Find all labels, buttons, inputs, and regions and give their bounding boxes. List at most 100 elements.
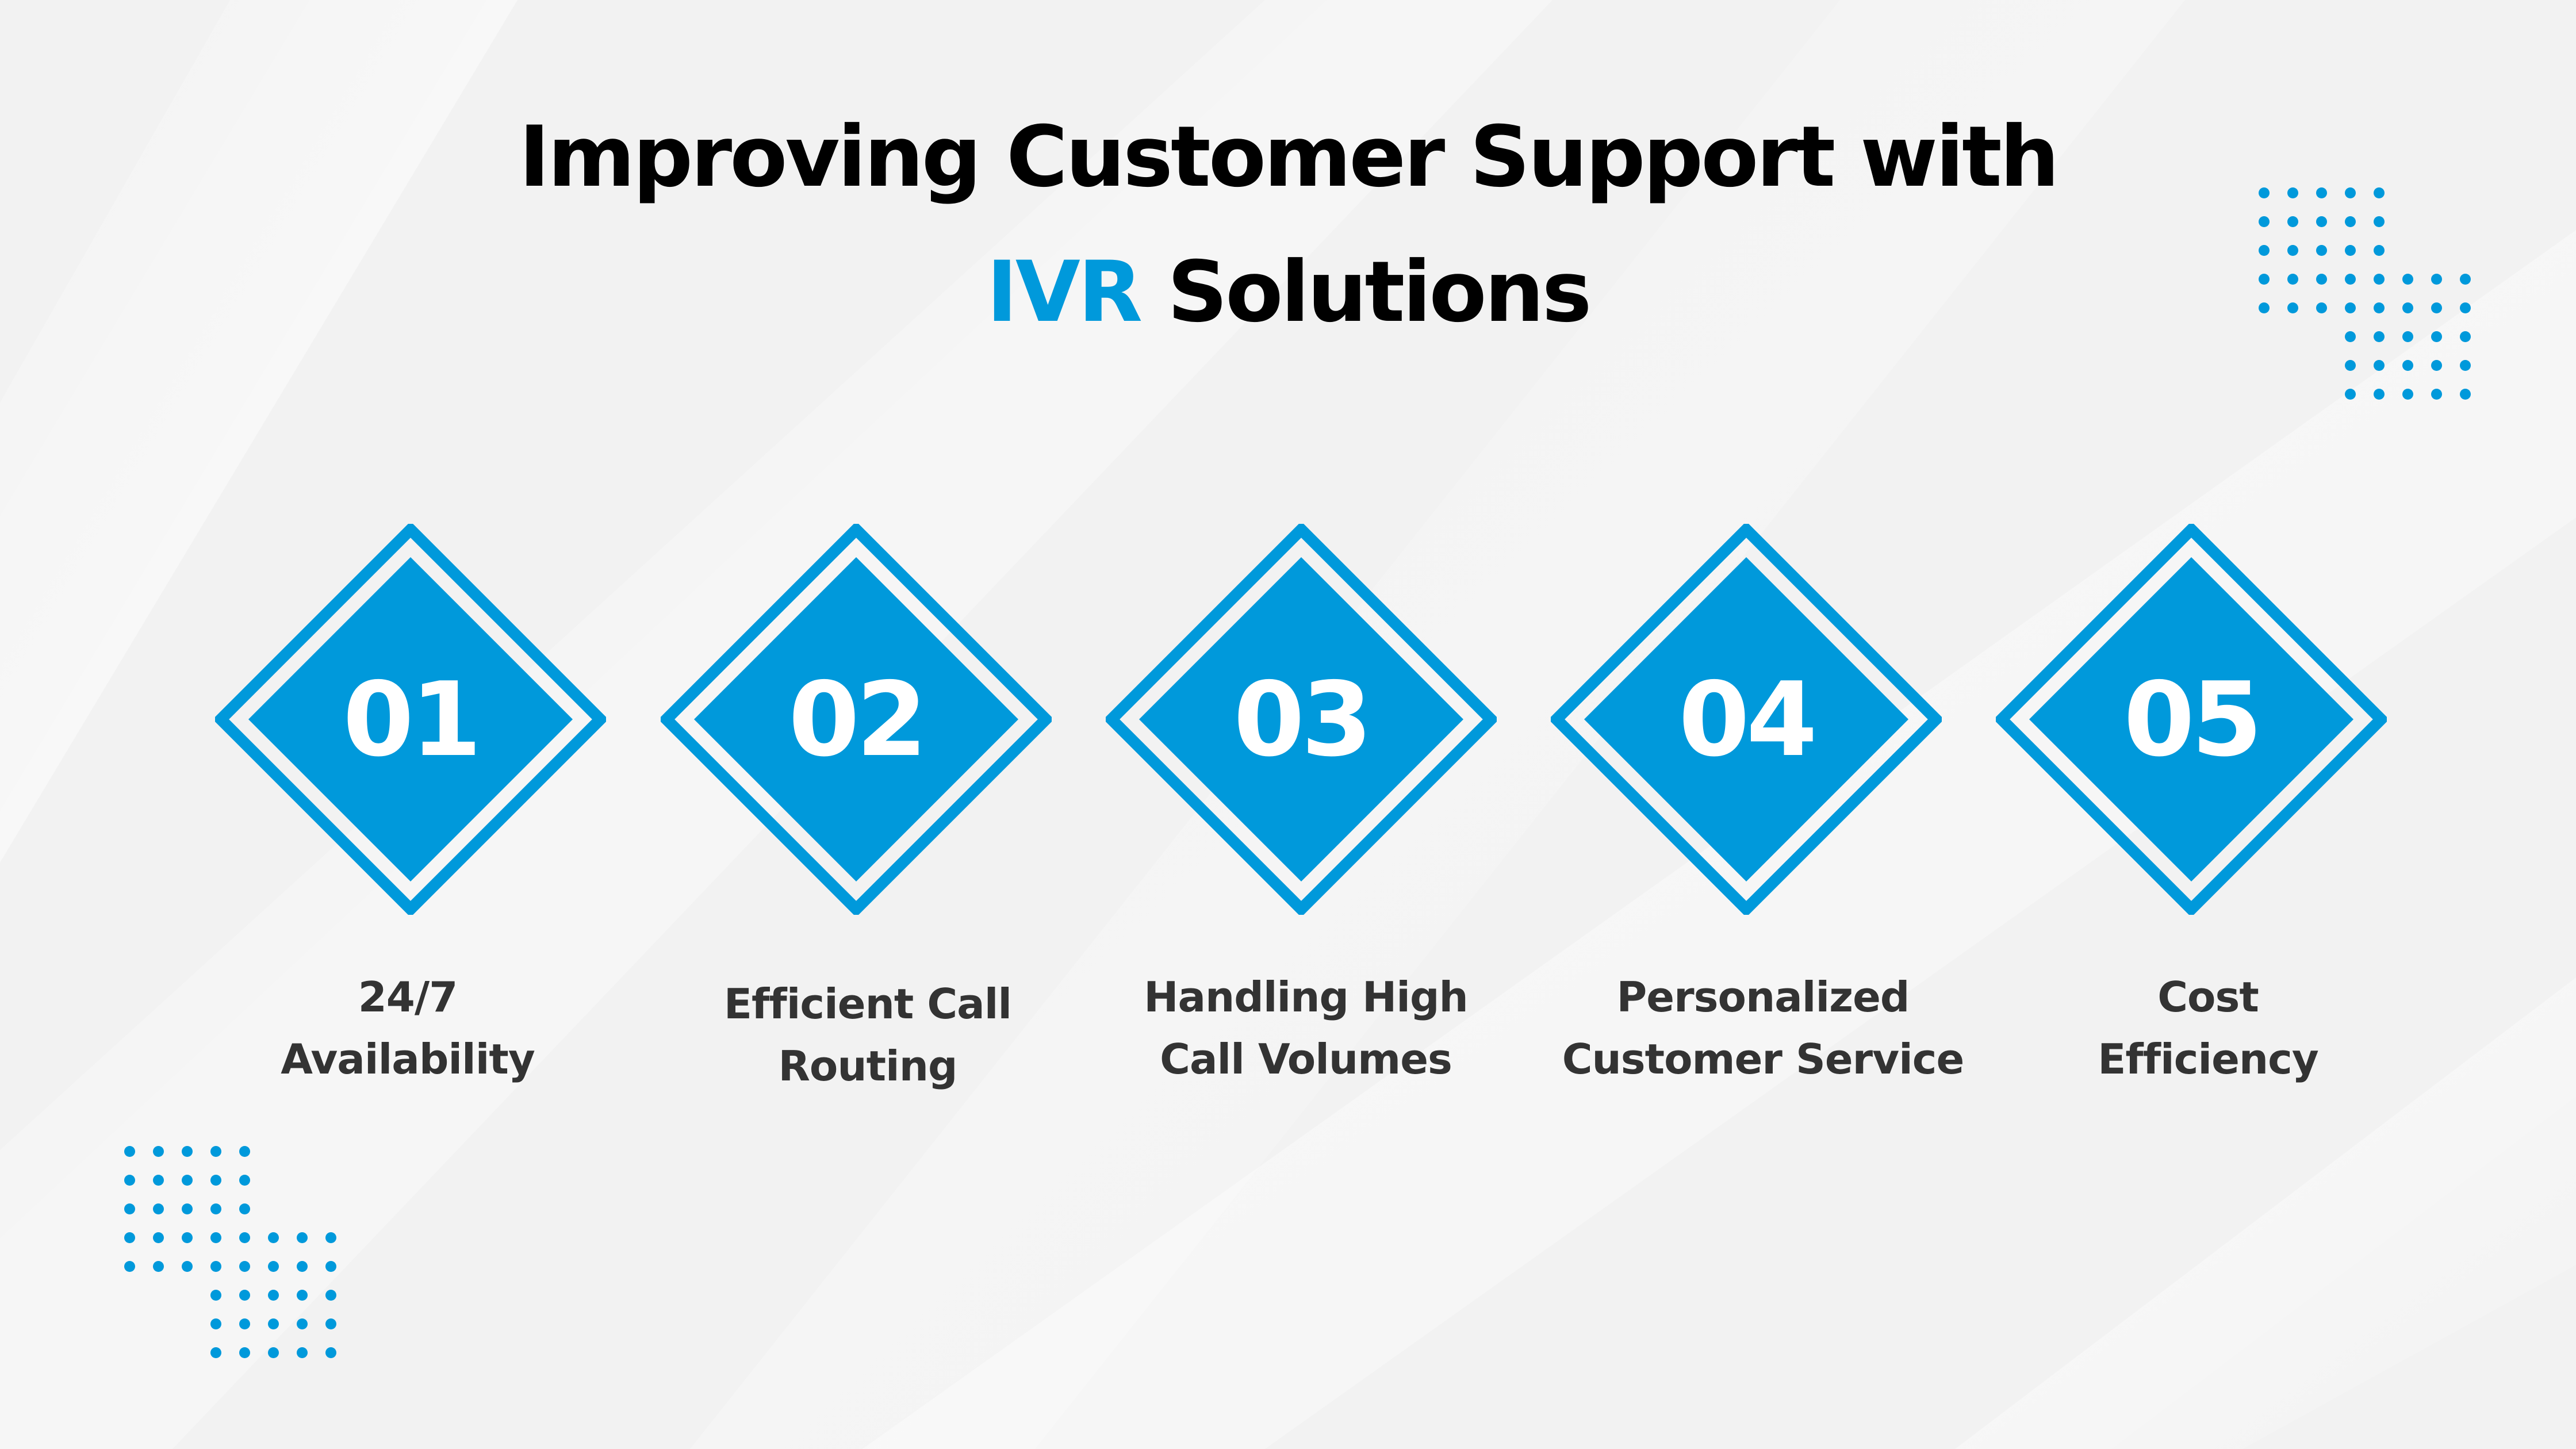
dot [182,1261,193,1272]
dot [268,1347,279,1358]
step-diamond-4: 04 [1551,524,1942,915]
dot [2402,302,2413,313]
dot [2374,302,2385,313]
step-label-1: 24/7 Availability [149,966,666,1090]
step-label-line: 24/7 [358,973,458,1021]
dot [2345,389,2356,400]
dot [297,1347,308,1358]
dot [2374,274,2385,285]
dot [2374,216,2385,227]
dot [2316,302,2327,313]
step-label-line: Availability [281,1035,535,1083]
dot [239,1232,250,1243]
dot [2287,187,2298,198]
step-number: 05 [2123,660,2263,779]
dot [153,1175,164,1186]
dot [239,1175,250,1186]
step-label-line: Personalized [1616,973,1910,1021]
dot [2259,274,2270,285]
dot [153,1232,164,1243]
dot [2460,274,2471,285]
dot [2374,245,2385,256]
dot [2374,187,2385,198]
dot [2345,274,2356,285]
dot [2431,331,2442,342]
dot [182,1203,193,1214]
dot [2431,274,2442,285]
step-label-3: Handling High Call Volumes [1047,966,1565,1090]
dot [210,1261,221,1272]
page-title-line-2: IVR Solutions [0,250,2576,334]
dot [2259,216,2270,227]
dot [2431,389,2442,400]
dot [124,1203,135,1214]
dot [210,1347,221,1358]
step-number: 04 [1678,660,1818,779]
dot [210,1232,221,1243]
dot [325,1347,336,1358]
dot [268,1318,279,1329]
title-rest: Solutions [1140,243,1592,341]
dot [268,1261,279,1272]
dot [2345,360,2356,371]
step-label-line: Call Volumes [1160,1035,1452,1083]
dot [297,1290,308,1301]
dot [325,1290,336,1301]
dot [239,1290,250,1301]
step-label-line: Handling High [1144,973,1469,1021]
dot [2431,302,2442,313]
dot [210,1290,221,1301]
dot [2431,360,2442,371]
dot [2316,216,2327,227]
dot [2316,187,2327,198]
dot [182,1146,193,1157]
dot [124,1261,135,1272]
dot [2402,331,2413,342]
dot [325,1318,336,1329]
dot [2259,187,2270,198]
dot [239,1318,250,1329]
step-label-4: Personalized Customer Service [1504,966,2022,1090]
step-number: 02 [788,660,927,779]
step-label-line: Customer Service [1562,1035,1965,1083]
dot [124,1175,135,1186]
dot [2259,302,2270,313]
step-label-line: Cost [2157,973,2259,1021]
dot [2287,302,2298,313]
step-diamond-3: 03 [1106,524,1497,915]
step-label-5: Cost Efficiency [1949,966,2467,1090]
dot [239,1347,250,1358]
dot [239,1203,250,1214]
dot [210,1203,221,1214]
dot [325,1261,336,1272]
step-label-line: Efficiency [2098,1035,2319,1083]
dot [239,1261,250,1272]
step-number: 03 [1233,660,1373,779]
dot [2402,389,2413,400]
dot [182,1232,193,1243]
dot [124,1146,135,1157]
dot [325,1232,336,1243]
dot [268,1232,279,1243]
dot [210,1175,221,1186]
dot [2259,245,2270,256]
step-diamond-2: 02 [661,524,1052,915]
dot [2316,274,2327,285]
dot [2345,245,2356,256]
dot [153,1203,164,1214]
step-diamond-5: 05 [1996,524,2387,915]
dot [2402,360,2413,371]
dot [297,1318,308,1329]
dot [2460,360,2471,371]
dot [2287,274,2298,285]
dot [2460,389,2471,400]
dot [124,1232,135,1243]
dot [2374,331,2385,342]
dot [2345,187,2356,198]
step-diamond-1: 01 [215,524,606,915]
dot [2287,245,2298,256]
dot [268,1290,279,1301]
page-title-line-1: Improving Customer Support with [519,108,2060,206]
dot [210,1146,221,1157]
dot [2287,216,2298,227]
